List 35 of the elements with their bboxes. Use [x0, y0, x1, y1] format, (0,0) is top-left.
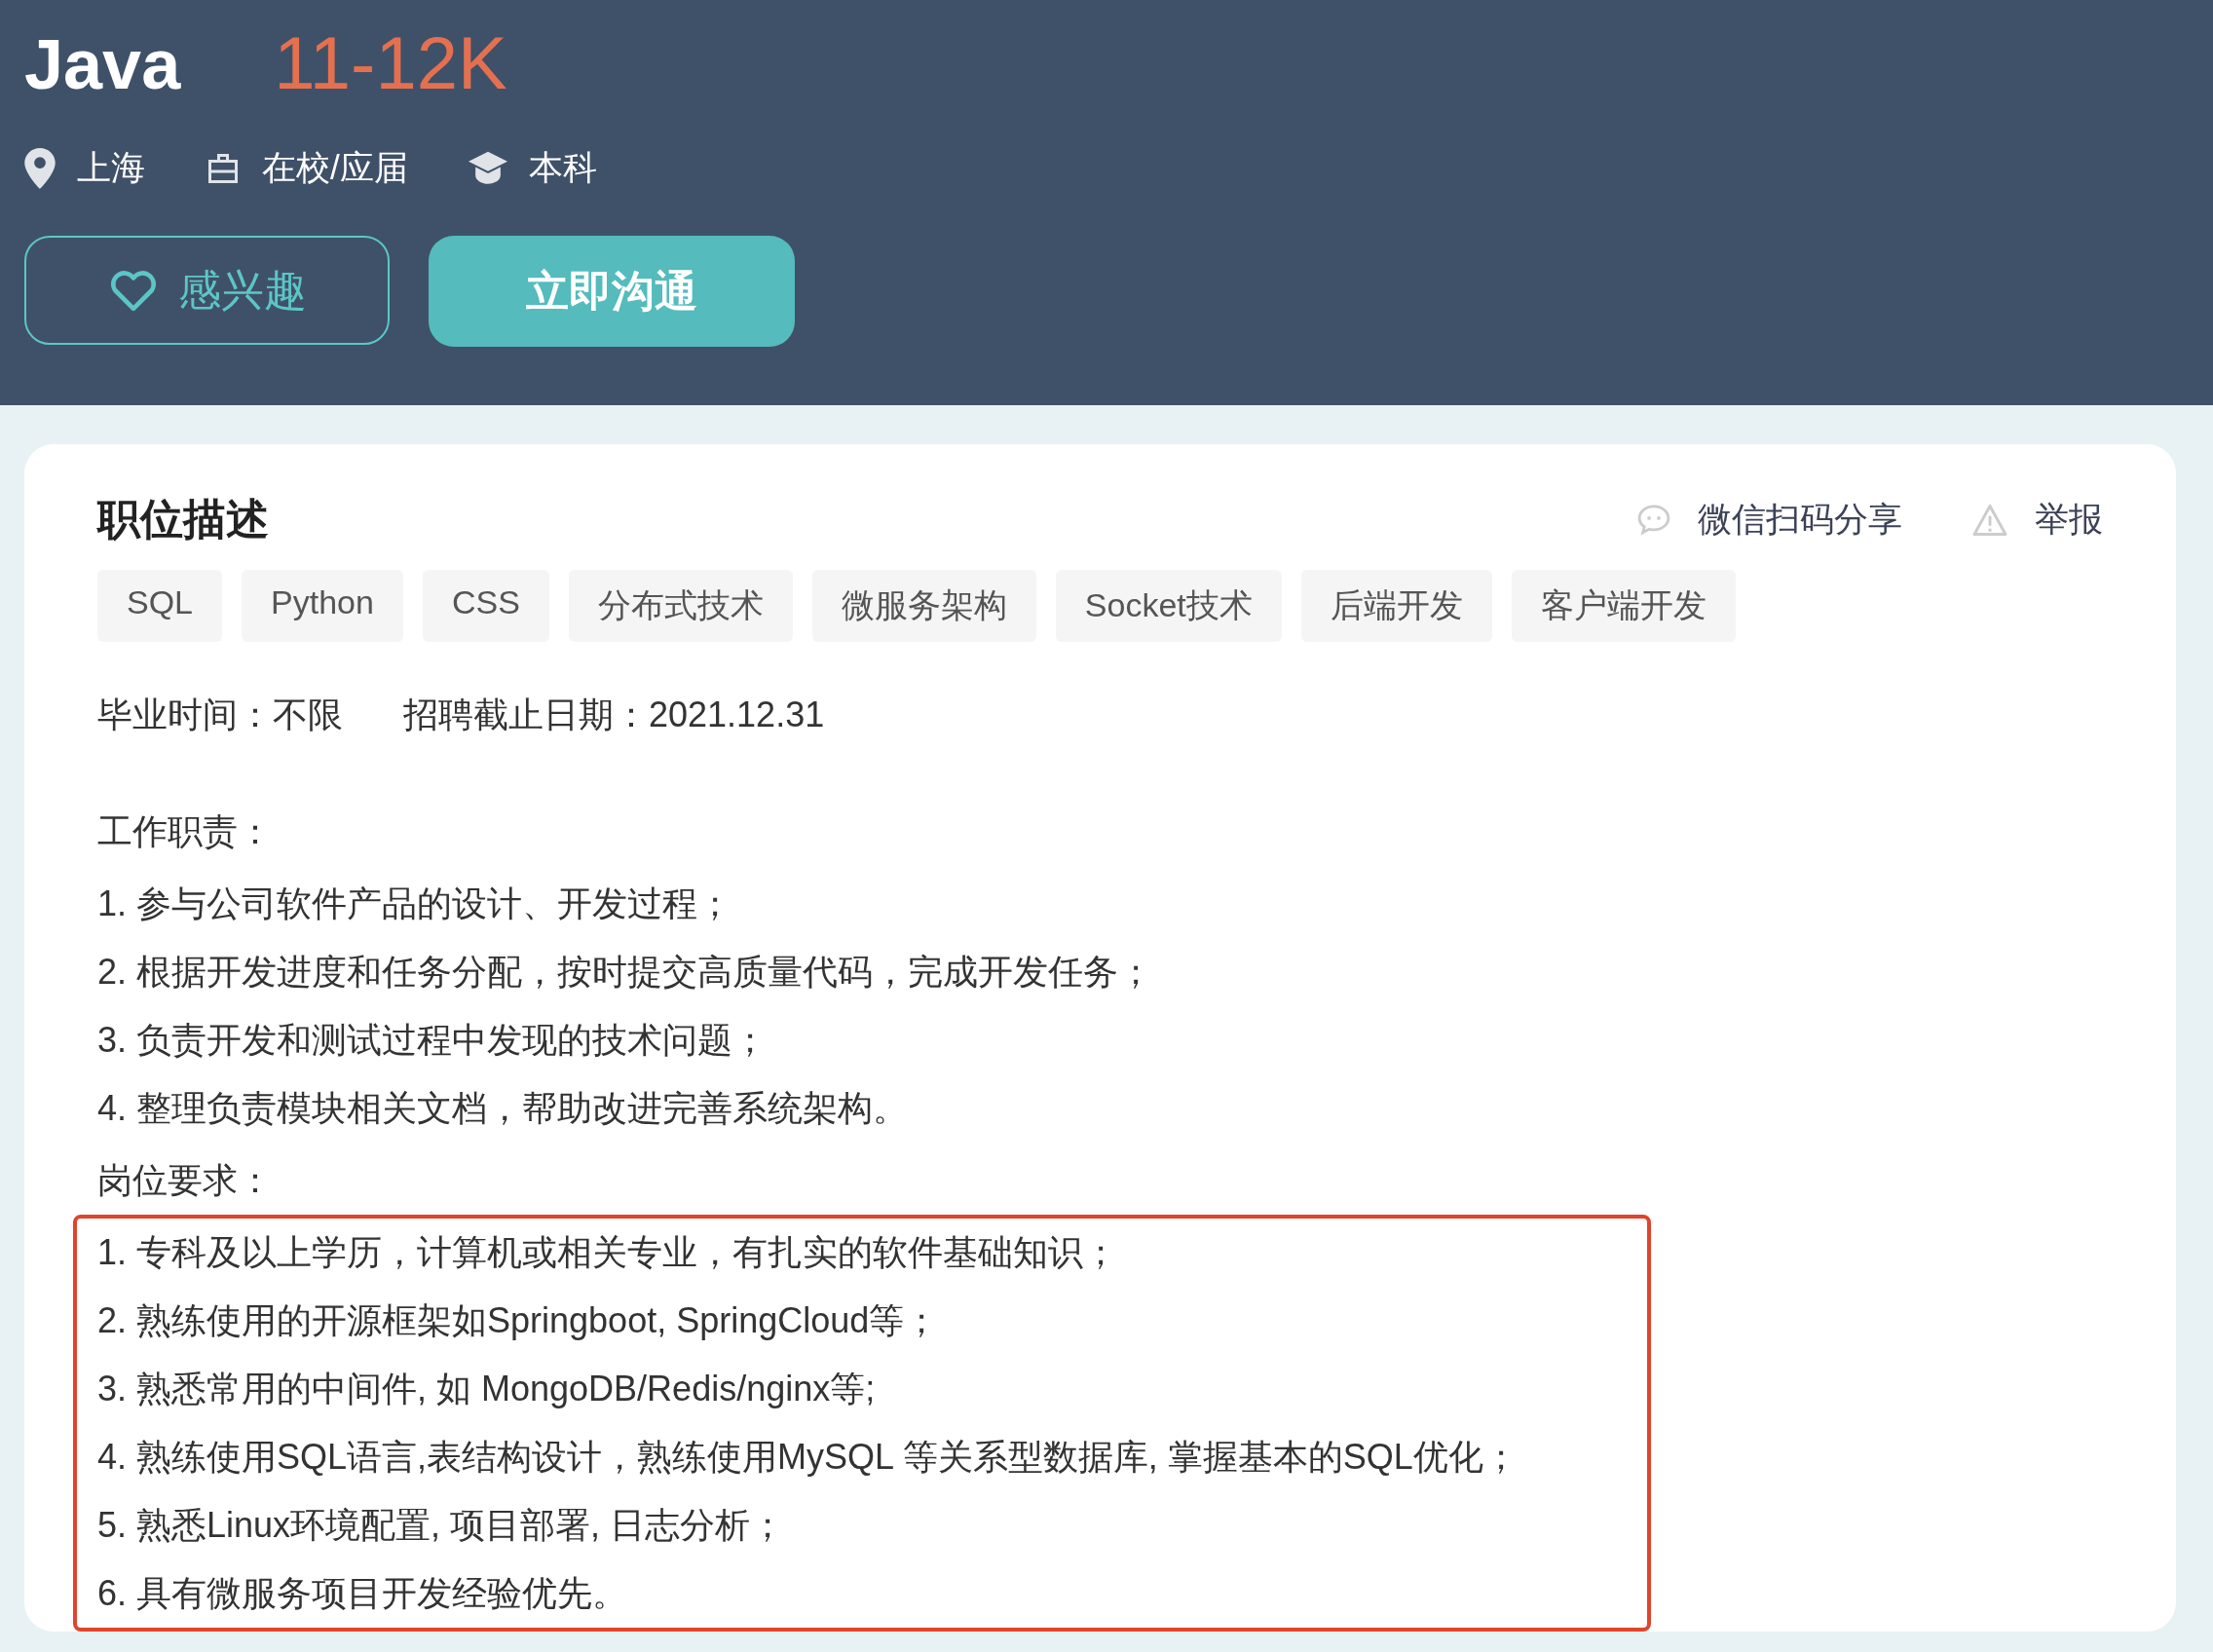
description-line: 1. 参与公司软件产品的设计、开发过程； — [97, 882, 734, 925]
job-meta: 在校/应届 — [262, 147, 408, 188]
skill-tag: 后端开发 — [1300, 570, 1492, 642]
location-pin-icon — [24, 147, 56, 189]
description-line: 3. 熟悉常用的中间件, 如 MongoDB/Redis/nginx等; — [97, 1368, 877, 1410]
description-line: 4. 整理负责模块相关文档，帮助改进完善系统架构。 — [97, 1087, 910, 1130]
skill-tag: 分布式技术 — [568, 570, 793, 642]
job-meta: 本科 — [528, 147, 597, 188]
job-info: 招聘截止日期：2021.12.31 — [403, 694, 825, 736]
job-title: Java — [24, 24, 181, 105]
section-heading: 工作职责： — [97, 810, 274, 853]
job-meta: 上海 — [77, 147, 145, 188]
description-line: 6. 具有微服务项目开发经验优先。 — [97, 1572, 629, 1615]
skill-tag: 微服务架构 — [811, 570, 1036, 642]
salary: 11-12K — [274, 20, 507, 106]
warning-icon — [1972, 504, 2007, 536]
description-line: 2. 熟练使用的开源框架如Springboot, SpringCloud等； — [97, 1299, 941, 1342]
graduation-cap-icon — [468, 150, 507, 186]
report-link[interactable]: 举报 — [1972, 497, 2103, 543]
description-line: 3. 负责开发和测试过程中发现的技术问题； — [97, 1019, 769, 1062]
interest-button[interactable]: 感兴趣 — [24, 236, 390, 345]
description-line: 5. 熟悉Linux环境配置, 项目部署, 日志分析； — [97, 1504, 787, 1547]
section-heading: 岗位要求： — [97, 1159, 274, 1202]
description-line: 2. 根据开发进度和任务分配，按时提交高质量代码，完成开发任务； — [97, 951, 1155, 994]
description-line: 4. 熟练使用SQL语言,表结构设计，熟练使用MySQL 等关系型数据库, 掌握基本的SQL优化； — [97, 1436, 1519, 1479]
skill-tag: CSS — [422, 570, 549, 642]
skill-tag: 客户端开发 — [1511, 570, 1736, 642]
share-link[interactable]: 微信扫码分享 — [1637, 497, 1902, 543]
skill-tag: Python — [242, 570, 403, 642]
skill-tag: Socket技术 — [1055, 570, 1282, 642]
chat-bubble-icon — [1637, 504, 1670, 536]
section-title: 职位描述 — [97, 494, 269, 544]
description-line: 1. 专科及以上学历，计算机或相关专业，有扎实的软件基础知识； — [97, 1231, 1120, 1274]
skill-tag: SQL — [97, 570, 223, 642]
job-info: 毕业时间：不限 — [97, 694, 343, 736]
